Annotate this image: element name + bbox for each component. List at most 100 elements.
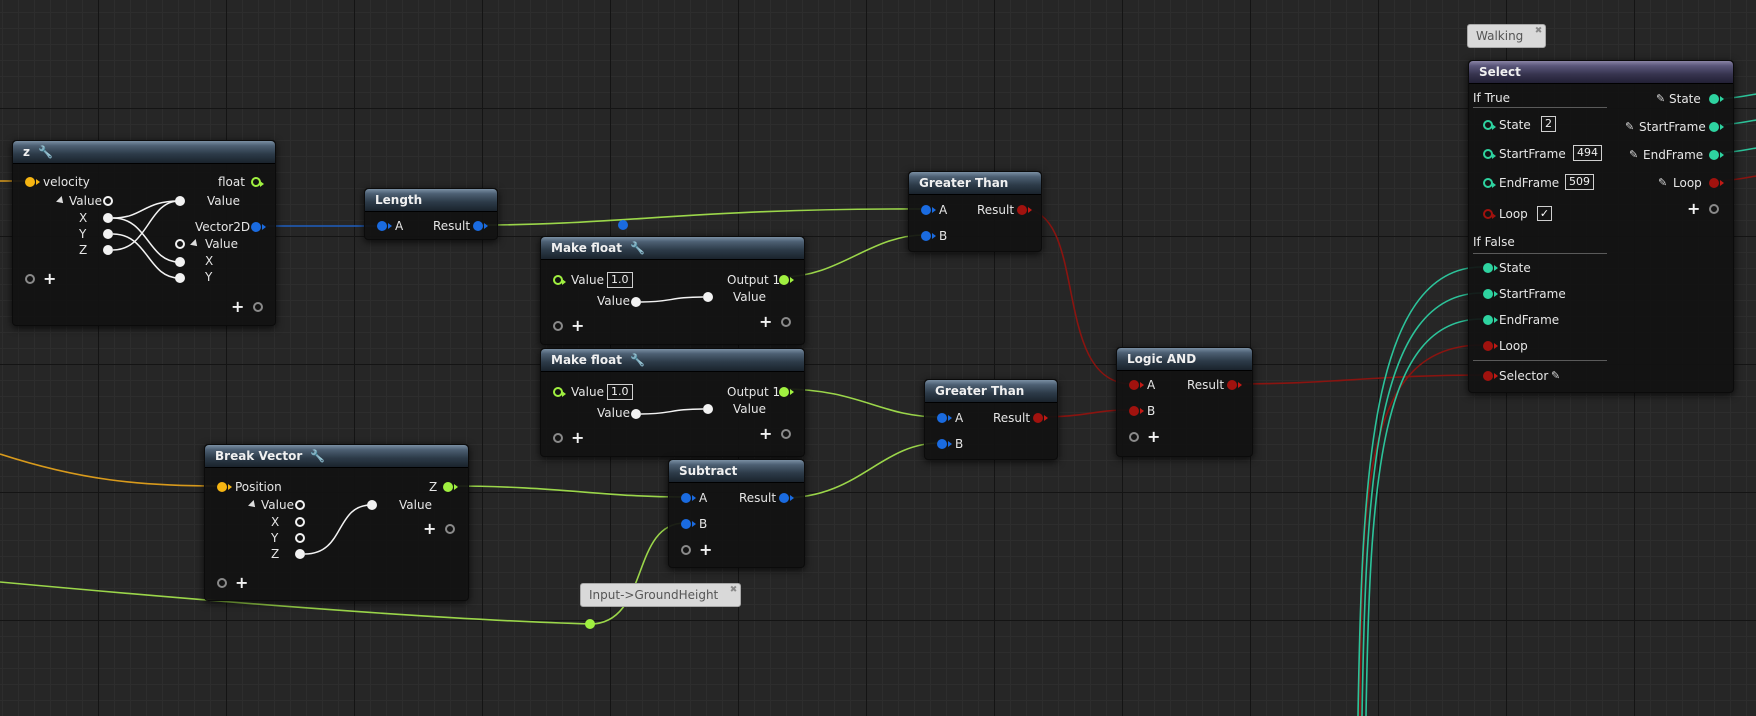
subtract-header[interactable]: Subtract (669, 460, 804, 483)
greater-2-b-pin[interactable] (937, 439, 952, 449)
selector-pin[interactable] (1483, 371, 1498, 381)
pencil-icon[interactable]: ✎ (1629, 148, 1638, 161)
add-pin-icon-right[interactable]: + (759, 426, 772, 442)
exec-pin-icon-right[interactable] (781, 429, 791, 439)
exec-pin-icon-right[interactable] (1709, 204, 1719, 214)
add-pin-icon[interactable]: + (571, 318, 584, 334)
select-header[interactable]: Select (1469, 61, 1733, 84)
add-pin-icon[interactable]: + (1687, 201, 1700, 217)
add-pin-icon[interactable]: + (571, 430, 584, 446)
add-pin-icon-right[interactable]: + (423, 521, 436, 537)
make-float-1-inner-out[interactable] (703, 292, 713, 302)
comment-pin-icon[interactable]: ✖ (1535, 25, 1543, 37)
pencil-icon[interactable]: ✎ (1658, 176, 1667, 189)
subtract-result-pin[interactable] (779, 493, 794, 503)
true-loop-checkbox[interactable]: ✓ (1537, 206, 1552, 221)
make-float-2-inner-out[interactable] (703, 404, 713, 414)
add-pin-icon[interactable]: + (235, 575, 248, 591)
length-node[interactable]: Length A Result (364, 188, 498, 240)
out-endframe-pin[interactable] (1709, 150, 1724, 160)
false-startframe-pin[interactable] (1483, 289, 1498, 299)
false-endframe-label: EndFrame (1499, 313, 1560, 327)
logic-and-b-pin[interactable] (1129, 406, 1144, 416)
logic-and-header[interactable]: Logic AND (1117, 348, 1252, 371)
exec-pin-icon-right[interactable] (445, 524, 455, 534)
add-pin-icon[interactable]: + (43, 271, 56, 287)
value-in-label: Value (205, 237, 238, 251)
greater-2-result-pin[interactable] (1033, 413, 1048, 423)
x-out-pin[interactable] (175, 257, 185, 267)
break-value-out-pin[interactable] (367, 500, 377, 510)
ground-height-comment[interactable]: Input->GroundHeight ✖ (580, 583, 742, 607)
greater-1-b-pin[interactable] (921, 231, 936, 241)
logic-and-node[interactable]: Logic AND A Result B + (1116, 347, 1253, 457)
false-loop-pin[interactable] (1483, 341, 1498, 351)
greater-than-1-header[interactable]: Greater Than (909, 172, 1041, 195)
true-loop-pin[interactable] (1483, 209, 1496, 219)
length-a-label: A (395, 219, 404, 233)
greater-1-result-pin[interactable] (1017, 205, 1032, 215)
exec-pin-icon-right[interactable] (781, 317, 791, 327)
wire-length-greater (479, 208, 926, 226)
exec-pin-icon[interactable] (553, 433, 563, 443)
exec-pin-icon[interactable] (217, 578, 227, 588)
break-value-out-label: Value (399, 498, 432, 512)
vector2d-pin[interactable] (251, 222, 266, 232)
make-float-node-2[interactable]: Make float 🔧 Value 1.0 Output 1 Value Val… (540, 348, 805, 457)
length-result-pin[interactable] (473, 221, 488, 231)
break-vector-node[interactable]: Break Vector 🔧 Position Z Value X Y Z Val… (204, 444, 469, 601)
true-state-input[interactable]: 2 (1541, 116, 1556, 132)
true-endframe-input[interactable]: 509 (1565, 174, 1594, 190)
y-out-pin[interactable] (175, 273, 185, 283)
exec-pin-icon-right[interactable] (253, 302, 263, 312)
reroute-knot-ground[interactable] (585, 619, 595, 629)
false-endframe-pin[interactable] (1483, 315, 1498, 325)
greater-than-2-header[interactable]: Greater Than (925, 380, 1057, 403)
reroute-knot-vector[interactable] (618, 220, 628, 230)
out-state-pin[interactable] (1709, 94, 1724, 104)
greater-than-node-2[interactable]: Greater Than A Result B (924, 379, 1058, 460)
add-pin-icon[interactable]: + (1147, 429, 1160, 445)
pencil-icon[interactable]: ✎ (1625, 120, 1634, 133)
exec-pin-icon[interactable] (1129, 432, 1139, 442)
subtract-a-pin[interactable] (681, 493, 696, 503)
wire-and-selector (1236, 374, 1483, 385)
walking-comment[interactable]: Walking ✖ (1467, 24, 1547, 48)
length-result-label: Result (433, 219, 471, 233)
exec-pin-icon[interactable] (25, 274, 35, 284)
greater-than-node-1[interactable]: Greater Than A Result B (908, 171, 1042, 252)
select-node[interactable]: Select If True State 2 StartFrame 494 En… (1468, 60, 1734, 393)
true-startframe-pin[interactable] (1483, 149, 1496, 159)
pencil-icon[interactable]: ✎ (1656, 92, 1665, 105)
false-loop-label: Loop (1499, 339, 1528, 353)
make-float-node-1[interactable]: Make float 🔧 Value 1.0 Output 1 Value Val… (540, 236, 805, 345)
value-in-pin[interactable] (175, 239, 185, 249)
value-out-pin[interactable] (175, 196, 185, 206)
logic-and-a-pin[interactable] (1129, 380, 1144, 390)
comment-pin-icon[interactable]: ✖ (730, 584, 738, 596)
out-startframe-pin[interactable] (1709, 122, 1724, 132)
true-state-pin[interactable] (1483, 120, 1496, 130)
exec-pin-icon[interactable] (681, 545, 691, 555)
z-node[interactable]: z 🔧 velocity float Value X Y Z Value Vect… (12, 140, 276, 326)
add-pin-icon-right[interactable]: + (231, 299, 244, 315)
add-pin-icon-right[interactable]: + (759, 314, 772, 330)
out-loop-pin[interactable] (1709, 178, 1724, 188)
logic-and-result-pin[interactable] (1227, 380, 1242, 390)
greater-1-a-pin[interactable] (921, 205, 936, 215)
true-startframe-input[interactable]: 494 (1573, 145, 1602, 161)
pencil-icon[interactable]: ✎ (1551, 369, 1560, 382)
length-header[interactable]: Length (365, 189, 497, 212)
wire-endframe-in (1365, 318, 1483, 716)
true-endframe-pin[interactable] (1483, 178, 1496, 188)
out-state-label: State (1669, 92, 1701, 106)
add-pin-icon[interactable]: + (699, 542, 712, 558)
logic-and-result-label: Result (1187, 378, 1225, 392)
exec-pin-icon[interactable] (553, 321, 563, 331)
length-a-pin[interactable] (377, 221, 392, 231)
false-state-pin[interactable] (1483, 263, 1498, 273)
subtract-node[interactable]: Subtract A Result B + (668, 459, 805, 568)
greater-1-a-label: A (939, 203, 948, 217)
greater-2-a-pin[interactable] (937, 413, 952, 423)
subtract-b-pin[interactable] (681, 519, 696, 529)
